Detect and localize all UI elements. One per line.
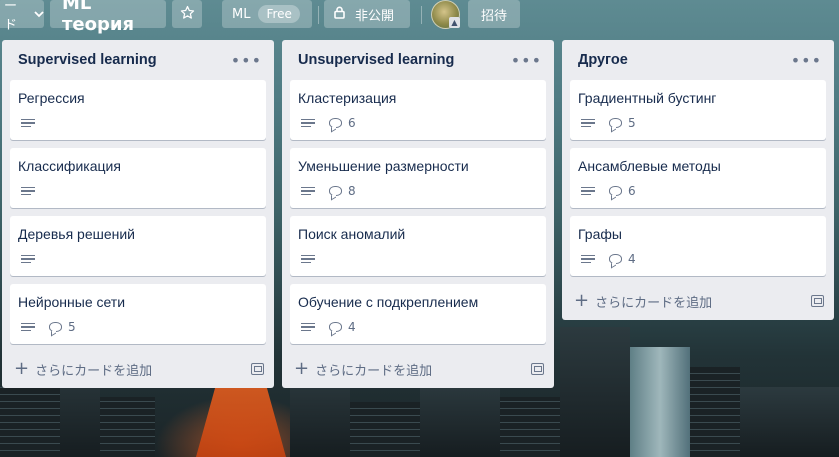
comment-icon (609, 254, 622, 264)
board-header: ード ML теория ML Free 非公開 ▲ 招待 (0, 0, 839, 35)
plus-icon: + (14, 358, 30, 379)
card-template-icon[interactable] (251, 363, 264, 375)
add-card-button[interactable]: + さらにカードを追加 (14, 360, 152, 379)
list-other: Другое ••• Градиентный бустинг 5 Ансамбл… (562, 40, 834, 320)
list-footer: + さらにカードを追加 (2, 350, 274, 388)
list-footer: + さらにカードを追加 (562, 282, 834, 320)
team-name: ML (232, 6, 251, 22)
list-menu-icon[interactable]: ••• (511, 51, 542, 70)
list-footer: + さらにカードを追加 (282, 350, 554, 388)
comment-icon (329, 186, 342, 196)
comment-icon (609, 118, 622, 128)
description-icon (21, 185, 35, 198)
description-icon (301, 117, 315, 130)
card[interactable]: Нейронные сети 5 (10, 284, 266, 344)
card-title: Градиентный бустинг (578, 90, 717, 106)
comment-count: 6 (628, 184, 636, 198)
board-title[interactable]: ML теория (50, 0, 166, 35)
add-card-button[interactable]: + さらにカードを追加 (574, 292, 712, 311)
admin-badge-icon: ▲ (449, 17, 460, 28)
description-icon (301, 253, 315, 266)
comments-badge: 5 (609, 116, 636, 130)
chevron-down-icon (34, 7, 44, 22)
list-header: Supervised learning ••• (2, 40, 274, 80)
card[interactable]: Ансамблевые методы 6 (570, 148, 826, 208)
comment-icon (609, 186, 622, 196)
plus-icon: + (574, 290, 590, 311)
visibility-label: 非公開 (355, 8, 395, 24)
star-button[interactable] (172, 0, 202, 28)
card[interactable]: Обучение с подкреплением 4 (290, 284, 546, 344)
star-icon (180, 5, 195, 24)
card-title: Деревья решений (18, 226, 136, 242)
comments-badge: 4 (329, 320, 356, 334)
comment-icon (329, 118, 342, 128)
description-icon (581, 253, 595, 266)
board-switcher-button[interactable]: ード (0, 0, 44, 33)
card-title: Обучение с подкреплением (298, 294, 479, 310)
list-title[interactable]: Другое (578, 52, 628, 68)
list-unsupervised-learning: Unsupervised learning ••• Кластеризация … (282, 40, 554, 388)
card-template-icon[interactable] (811, 295, 824, 307)
card-title: Классификация (18, 158, 121, 174)
comments-badge: 6 (609, 184, 636, 198)
card[interactable]: Регрессия (10, 80, 266, 140)
lock-icon (334, 6, 345, 23)
plus-icon: + (294, 358, 310, 379)
card-title: Графы (578, 226, 622, 242)
card-title: Регрессия (18, 90, 85, 106)
comment-count: 8 (348, 184, 356, 198)
card-title: Кластеризация (298, 90, 397, 106)
card[interactable]: Классификация (10, 148, 266, 208)
comment-icon (329, 322, 342, 332)
description-icon (21, 117, 35, 130)
list-title[interactable]: Supervised learning (18, 52, 157, 68)
list-supervised-learning: Supervised learning ••• Регрессия Класси… (2, 40, 274, 388)
list-header: Другое ••• (562, 40, 834, 80)
description-icon (301, 185, 315, 198)
description-icon (581, 117, 595, 130)
add-card-label: さらにカードを追加 (595, 295, 713, 311)
comment-count: 4 (628, 252, 636, 266)
comment-count: 6 (348, 116, 356, 130)
comment-icon (49, 322, 62, 332)
card-title: Уменьшение размерности (298, 158, 469, 174)
team-button[interactable]: ML Free (222, 0, 312, 28)
card-title: Ансамблевые методы (578, 158, 721, 174)
card[interactable]: Кластеризация 6 (290, 80, 546, 140)
add-card-label: さらにカードを追加 (315, 363, 433, 379)
card[interactable]: Уменьшение размерности 8 (290, 148, 546, 208)
card[interactable]: Графы 4 (570, 216, 826, 276)
add-card-label: さらにカードを追加 (35, 363, 153, 379)
plan-badge: Free (258, 5, 300, 23)
comments-badge: 5 (49, 320, 76, 334)
comments-badge: 8 (329, 184, 356, 198)
comment-count: 4 (348, 320, 356, 334)
header-divider (318, 6, 319, 24)
invite-button[interactable]: 招待 (468, 0, 520, 28)
card[interactable]: Деревья решений (10, 216, 266, 276)
list-menu-icon[interactable]: ••• (791, 51, 822, 70)
comments-badge: 4 (609, 252, 636, 266)
card-template-icon[interactable] (531, 363, 544, 375)
card[interactable]: Градиентный бустинг 5 (570, 80, 826, 140)
comment-count: 5 (628, 116, 636, 130)
card-title: Нейронные сети (18, 294, 126, 310)
list-header: Unsupervised learning ••• (282, 40, 554, 80)
description-icon (21, 253, 35, 266)
board-switcher-label: ード (4, 0, 18, 33)
visibility-button[interactable]: 非公開 (324, 0, 410, 28)
card[interactable]: Поиск аномалий (290, 216, 546, 276)
description-icon (21, 321, 35, 334)
add-card-button[interactable]: + さらにカードを追加 (294, 360, 432, 379)
description-icon (301, 321, 315, 334)
list-title[interactable]: Unsupervised learning (298, 52, 454, 68)
list-menu-icon[interactable]: ••• (231, 51, 262, 70)
comments-badge: 6 (329, 116, 356, 130)
card-title: Поиск аномалий (298, 226, 406, 242)
description-icon (581, 185, 595, 198)
header-divider (421, 6, 422, 24)
comment-count: 5 (68, 320, 76, 334)
